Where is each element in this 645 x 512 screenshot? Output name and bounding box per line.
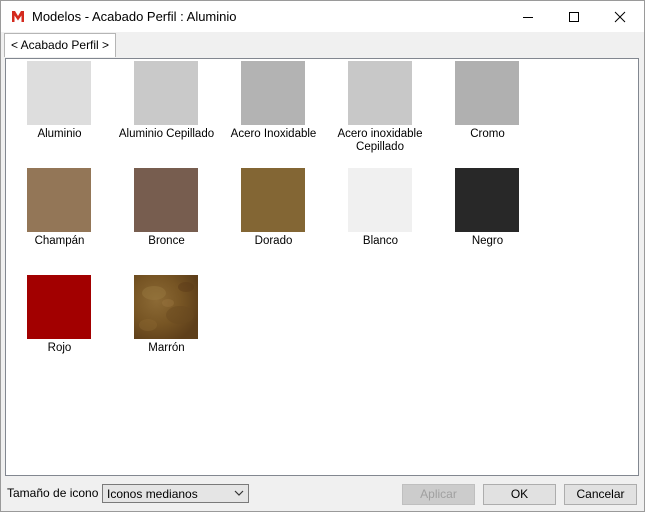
finish-label: Acero Inoxidable bbox=[230, 128, 317, 140]
finish-swatch-texture bbox=[134, 275, 198, 339]
finish-item-champan[interactable]: Champán bbox=[7, 168, 112, 248]
finish-label: Rojo bbox=[47, 342, 72, 354]
icon-size-dropdown[interactable]: Iconos medianos bbox=[102, 484, 249, 503]
finish-item-rojo[interactable]: Rojo bbox=[7, 275, 112, 355]
finish-swatch bbox=[348, 61, 412, 125]
ok-button[interactable]: OK bbox=[483, 484, 556, 505]
finish-label: Acero inoxidable Cepillado bbox=[337, 128, 423, 153]
finish-item-aluminio[interactable]: Aluminio bbox=[7, 61, 112, 141]
minimize-icon bbox=[523, 17, 533, 18]
finish-swatch bbox=[241, 168, 305, 232]
footer-bar: Tamaño de icono Iconos medianos Aplicar … bbox=[1, 477, 644, 511]
finish-item-aluminio-cepillado[interactable]: Aluminio Cepillado bbox=[114, 61, 219, 141]
close-icon bbox=[614, 11, 626, 23]
finish-label: Aluminio Cepillado bbox=[118, 128, 215, 140]
finish-label: Champán bbox=[34, 235, 85, 247]
tab-strip: < Acabado Perfil > bbox=[1, 32, 644, 58]
icon-size-value: Iconos medianos bbox=[107, 487, 198, 501]
finish-swatch bbox=[27, 275, 91, 339]
finish-item-negro[interactable]: Negro bbox=[435, 168, 540, 248]
finish-label: Dorado bbox=[254, 235, 293, 247]
finish-swatch bbox=[455, 168, 519, 232]
finish-swatch bbox=[455, 61, 519, 125]
finish-swatch bbox=[27, 168, 91, 232]
finish-label: Bronce bbox=[148, 235, 185, 247]
minimize-button[interactable] bbox=[505, 1, 551, 32]
finish-swatch bbox=[241, 61, 305, 125]
finish-swatch bbox=[27, 61, 91, 125]
dialog-window: Modelos - Acabado Perfil : Aluminio < Ac… bbox=[0, 0, 645, 512]
apply-button[interactable]: Aplicar bbox=[402, 484, 475, 505]
finish-item-dorado[interactable]: Dorado bbox=[221, 168, 326, 248]
maximize-button[interactable] bbox=[551, 1, 597, 32]
finish-swatch bbox=[348, 168, 412, 232]
finish-item-acero-inoxidable-cepillado[interactable]: Acero inoxidable Cepillado bbox=[328, 61, 433, 154]
title-bar[interactable]: Modelos - Acabado Perfil : Aluminio bbox=[1, 1, 644, 32]
chevron-down-icon bbox=[234, 490, 244, 496]
maximize-icon bbox=[569, 12, 579, 22]
tab-acabado-perfil[interactable]: < Acabado Perfil > bbox=[4, 33, 117, 57]
finish-label: Blanco bbox=[362, 235, 399, 247]
finish-item-bronce[interactable]: Bronce bbox=[114, 168, 219, 248]
finish-item-acero-inoxidable[interactable]: Acero Inoxidable bbox=[221, 61, 326, 141]
window-title: Modelos - Acabado Perfil : Aluminio bbox=[32, 9, 237, 24]
icon-size-label: Tamaño de icono bbox=[7, 486, 99, 500]
finish-label: Cromo bbox=[470, 128, 505, 140]
app-logo-icon bbox=[11, 10, 25, 23]
finish-swatch bbox=[134, 61, 198, 125]
finish-swatch bbox=[134, 168, 198, 232]
close-button[interactable] bbox=[597, 1, 643, 32]
cancel-button[interactable]: Cancelar bbox=[564, 484, 637, 505]
finish-label: Negro bbox=[471, 235, 504, 247]
finish-item-blanco[interactable]: Blanco bbox=[328, 168, 433, 248]
finish-label: Aluminio bbox=[37, 128, 82, 140]
finish-label: Marrón bbox=[148, 342, 185, 354]
finish-item-marron[interactable]: Marrón bbox=[114, 275, 219, 355]
finish-item-cromo[interactable]: Cromo bbox=[435, 61, 540, 141]
finish-gallery: Aluminio Aluminio Cepillado Acero Inoxid… bbox=[5, 58, 639, 476]
